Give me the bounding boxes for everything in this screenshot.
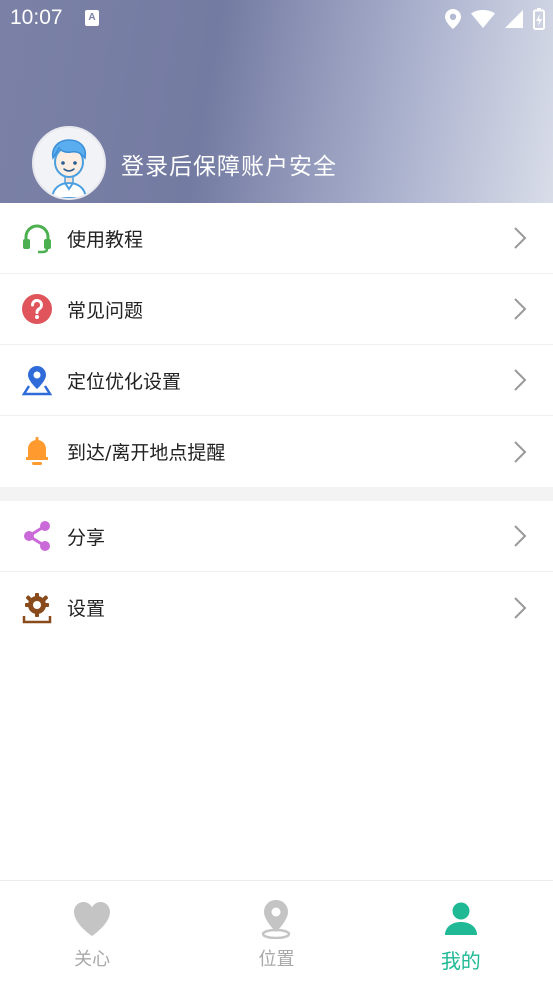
location-pin-icon: [254, 897, 298, 941]
section-divider: [0, 487, 553, 501]
chevron-right-icon: [514, 369, 527, 391]
status-icons: [445, 8, 545, 30]
menu-item-arrive-leave-reminder[interactable]: 到达/离开地点提醒: [0, 416, 553, 487]
bell-icon: [20, 435, 54, 469]
menu-group-secondary: 分享 设置: [0, 501, 553, 643]
menu-item-tutorial[interactable]: 使用教程: [0, 203, 553, 274]
menu-label-share: 分享: [67, 526, 106, 549]
profile-header: 10:07 A 登录后保障账户安全: [0, 0, 553, 203]
chevron-right-icon: [514, 525, 527, 547]
menu-label-settings: 设置: [67, 598, 106, 620]
status-time: 10:07: [10, 6, 63, 29]
menu-item-share[interactable]: 分享: [0, 501, 553, 572]
tab-label-location: 位置: [258, 949, 295, 970]
signal-icon: [505, 10, 523, 28]
menu-item-settings[interactable]: 设置: [0, 572, 553, 643]
bottom-tab-bar: 关心 位置 我的: [0, 880, 553, 983]
cartoon-avatar-icon: [50, 139, 88, 198]
login-prompt[interactable]: 登录后保障账户安全: [121, 147, 337, 181]
chevron-right-icon: [514, 440, 527, 463]
chevron-right-icon: [514, 596, 527, 619]
tab-label-care: 关心: [74, 949, 111, 970]
map-pin-icon: [20, 363, 54, 397]
tab-mine[interactable]: 我的: [369, 881, 553, 983]
chevron-right-icon: [514, 227, 527, 249]
menu-item-location-optimization[interactable]: 定位优化设置: [0, 345, 553, 416]
avatar[interactable]: [32, 126, 106, 200]
location-icon: [445, 9, 461, 29]
menu-group-primary: 使用教程 常见问题 定位优化设置 到达/离开地点提醒: [0, 203, 553, 487]
menu-label-location-optimization: 定位优化设置: [67, 370, 182, 393]
battery-charging-icon: [533, 8, 545, 30]
share-icon: [20, 519, 54, 553]
menu-list: 使用教程 常见问题 定位优化设置 到达/离开地点提醒 分享 设置: [0, 203, 553, 643]
tab-location[interactable]: 位置: [184, 881, 368, 983]
menu-item-faq[interactable]: 常见问题: [0, 274, 553, 345]
app-notification-icon: A: [85, 10, 99, 26]
menu-label-arrive-leave-reminder: 到达/离开地点提醒: [67, 442, 226, 464]
headset-icon: [20, 221, 54, 255]
wifi-icon: [471, 10, 495, 28]
question-icon: [20, 292, 54, 326]
gear-icon: [20, 591, 54, 625]
menu-label-tutorial: 使用教程: [67, 228, 144, 251]
chevron-right-icon: [514, 298, 527, 320]
tab-care[interactable]: 关心: [0, 881, 184, 983]
person-icon: [439, 897, 483, 941]
status-bar: 10:07 A: [0, 0, 553, 38]
heart-icon: [70, 897, 114, 941]
tab-label-mine: 我的: [440, 949, 481, 973]
menu-label-faq: 常见问题: [67, 299, 144, 322]
